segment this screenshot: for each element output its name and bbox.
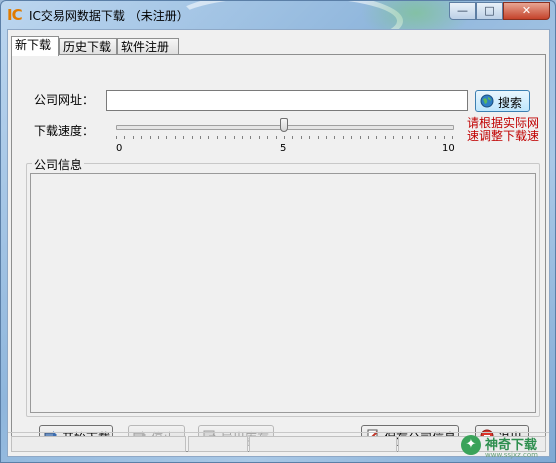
slider-tick (402, 136, 403, 139)
tab-software-register[interactable]: 软件注册 (117, 38, 179, 55)
search-button-label: 搜索 (498, 96, 523, 110)
client-area: 新下载 历史下载 软件注册 公司网址： 搜索 下载速度： 0 5 10 请根据实… (7, 29, 550, 457)
slider-tick (309, 136, 310, 139)
slider-tick (116, 136, 117, 139)
slider-tick (267, 136, 268, 139)
slider-tick (427, 136, 428, 139)
tab-new-download[interactable]: 新下载 (11, 36, 59, 56)
slider-tick (435, 136, 436, 139)
download-progress-bar (11, 436, 186, 452)
speed-hint-text: 请根据实际网速调整下载速 (467, 116, 540, 143)
speed-label: 下载速度： (34, 124, 95, 138)
close-icon: ✕ (521, 4, 532, 17)
app-logo-icon: IC (7, 6, 23, 24)
tab-panel-new-download: 公司网址： 搜索 下载速度： 0 5 10 请根据实际网速调整下载速 公司信息 (11, 54, 546, 452)
slider-tick (360, 136, 361, 139)
slider-tick (208, 136, 209, 139)
speed-slider-ticks (116, 136, 453, 140)
slider-tick (368, 136, 369, 139)
globe-icon (480, 94, 494, 108)
slider-tick (150, 136, 151, 139)
slider-tick (444, 136, 445, 139)
slider-tick (250, 136, 251, 139)
company-info-area[interactable] (30, 173, 536, 413)
slider-tick (225, 136, 226, 139)
slider-tick (192, 136, 193, 139)
slider-tick (259, 136, 260, 139)
tick-label-mid: 5 (280, 143, 287, 154)
slider-tick (166, 136, 167, 139)
company-info-title: 公司信息 (32, 156, 85, 173)
title-bar[interactable]: IC IC交易网数据下载 （未注册） — □ ✕ (1, 1, 555, 29)
minimize-icon: — (457, 4, 468, 17)
url-label: 公司网址： (34, 93, 95, 107)
status-cell-3 (249, 436, 397, 452)
slider-tick (452, 136, 453, 139)
app-window: IC IC交易网数据下载 （未注册） — □ ✕ 新下载 历史下载 软件注册 公… (0, 0, 556, 463)
slider-tick (418, 136, 419, 139)
slider-tick (276, 136, 277, 139)
slider-tick (385, 136, 386, 139)
slider-tick (217, 136, 218, 139)
tick-label-max: 10 (442, 143, 455, 154)
site-watermark: ✦ 神奇下载 www.ssjxz.com (461, 431, 555, 461)
slider-tick (141, 136, 142, 139)
status-cell-2 (188, 436, 248, 452)
slider-tick (376, 136, 377, 139)
slider-tick (393, 136, 394, 139)
slider-tick (326, 136, 327, 139)
slider-tick (318, 136, 319, 139)
slider-tick (410, 136, 411, 139)
slider-tick (242, 136, 243, 139)
speed-slider-thumb[interactable] (280, 118, 288, 132)
close-button[interactable]: ✕ (503, 2, 550, 20)
tick-label-min: 0 (116, 143, 123, 154)
slider-tick (334, 136, 335, 139)
slider-tick (183, 136, 184, 139)
slider-tick (124, 136, 125, 139)
slider-tick (200, 136, 201, 139)
maximize-button[interactable]: □ (476, 2, 503, 20)
maximize-icon: □ (484, 4, 495, 17)
slider-tick (351, 136, 352, 139)
window-title: IC交易网数据下载 （未注册） (29, 9, 189, 23)
minimize-button[interactable]: — (449, 2, 476, 20)
company-url-input[interactable] (106, 90, 468, 111)
slider-tick (158, 136, 159, 139)
slider-tick (175, 136, 176, 139)
tab-history-download[interactable]: 历史下载 (59, 38, 117, 55)
watermark-logo-icon: ✦ (461, 435, 481, 455)
slider-tick (343, 136, 344, 139)
slider-tick (301, 136, 302, 139)
watermark-url: www.ssjxz.com (485, 451, 538, 459)
slider-tick (284, 136, 285, 139)
slider-tick (133, 136, 134, 139)
slider-tick (292, 136, 293, 139)
slider-tick (234, 136, 235, 139)
search-button[interactable]: 搜索 (475, 90, 530, 112)
